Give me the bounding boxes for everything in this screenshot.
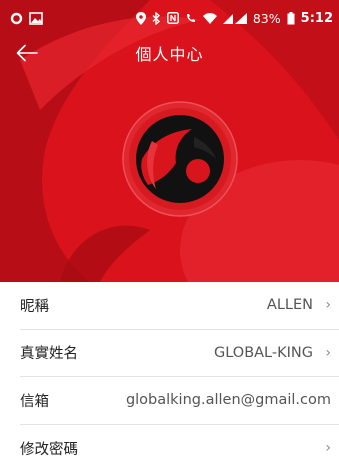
profile-header: 83% 5:12 個人中心 [0,0,339,282]
email-row: 信箱 globalking.allen@gmail.com [20,377,339,425]
page-title: 個人中心 [135,45,204,64]
avatar[interactable] [122,101,238,217]
notification-ring-icon [10,12,23,25]
back-button[interactable] [12,39,42,67]
battery-percent: 83% [252,10,281,26]
nickname-row[interactable]: 昵稱 ALLEN › [20,282,339,330]
back-arrow-icon [16,44,38,62]
title-bar: 個人中心 [0,36,339,70]
real-name-label: 真實姓名 [20,346,78,363]
chevron-right-icon: › [325,440,331,457]
location-icon [135,11,146,25]
nfc-icon [166,12,179,24]
status-time: 5:12 [300,10,333,26]
profile-list: 昵稱 ALLEN › 真實姓名 GLOBAL-KING › 信箱 globalk… [0,282,339,466]
chevron-right-icon: › [325,297,331,314]
image-notification-icon [29,11,43,25]
email-value: globalking.allen@gmail.com [125,392,331,409]
email-label: 信箱 [20,393,49,410]
chevron-right-icon: › [325,344,331,361]
battery-icon [287,11,295,25]
wifi-call-icon [185,12,197,24]
real-name-value: GLOBAL-KING [213,344,313,361]
change-password-row[interactable]: 修改密碼 › [20,425,339,466]
nickname-value: ALLEN [266,297,313,314]
change-password-label: 修改密碼 [20,441,78,458]
nickname-label: 昵稱 [20,298,49,315]
bluetooth-icon [152,11,161,25]
signal-icon [222,12,247,24]
wifi-icon [202,12,217,24]
status-bar: 83% 5:12 [0,0,339,36]
real-name-row[interactable]: 真實姓名 GLOBAL-KING › [20,330,339,377]
